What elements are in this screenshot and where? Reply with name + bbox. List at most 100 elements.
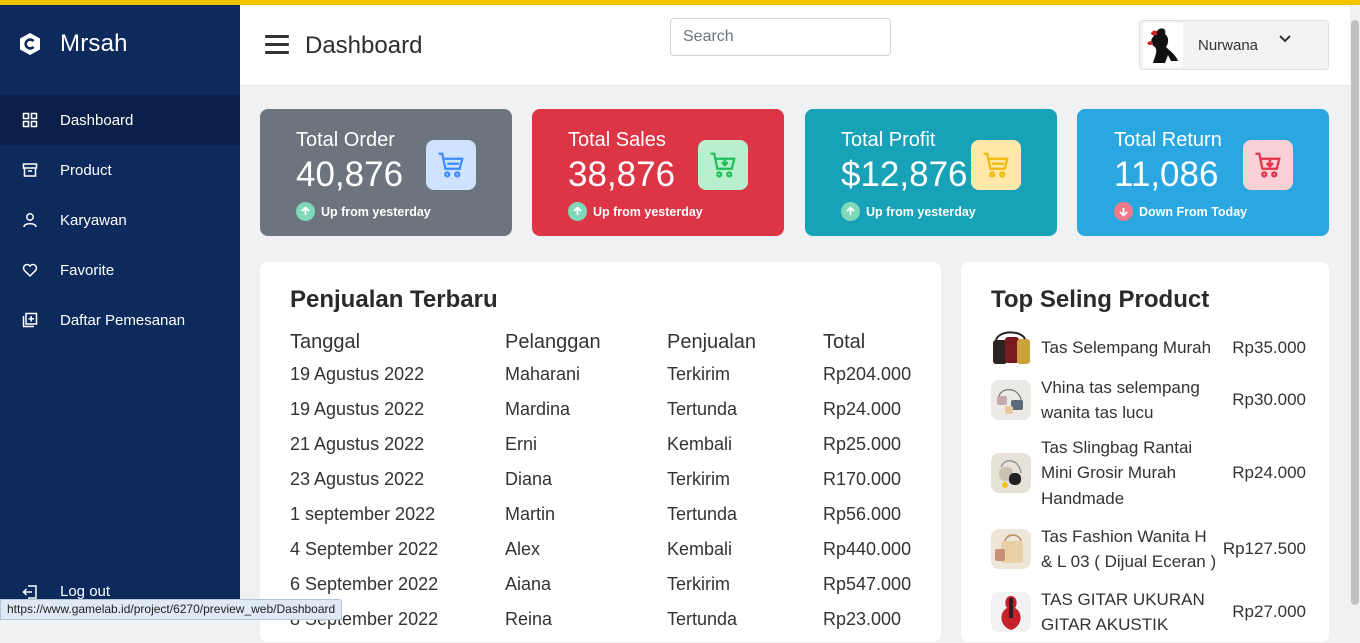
sidebar-item-label: Dashboard <box>60 111 134 129</box>
arrow-up-icon <box>841 202 860 221</box>
table-cell: Rp24.000 <box>823 399 902 419</box>
hamburger-menu-icon[interactable] <box>265 35 289 55</box>
card-value: 40,876 <box>296 155 404 194</box>
card-trend-text: Up from yesterday <box>593 204 703 219</box>
table-cell: Rp440.000 <box>823 539 912 559</box>
table-row[interactable]: 23 Agustus 2022 Diana Terkirim R170.000 <box>290 462 923 497</box>
list-item[interactable]: Tas Selempang Murah Rp35.000 <box>991 328 1306 368</box>
product-thumbnail <box>991 453 1031 493</box>
user-menu[interactable]: Nurwana <box>1139 20 1329 70</box>
column-header: Penjualan <box>667 330 756 353</box>
card-trend-text: Up from yesterday <box>866 204 976 219</box>
column-header: Total <box>823 330 866 353</box>
product-name: Tas Fashion Wanita H & L 03 ( Dijual Ece… <box>1041 526 1217 572</box>
table-cell: Kembali <box>667 539 733 559</box>
table-cell: Tertunda <box>667 399 738 419</box>
list-item[interactable]: Tas Fashion Wanita H & L 03 ( Dijual Ece… <box>991 517 1306 581</box>
table-cell: Terkirim <box>667 469 730 489</box>
card-trend-text: Down From Today <box>1139 204 1248 219</box>
card-total-order: Total Order 40,876 Up from yesterday <box>260 109 512 236</box>
recent-sales-title: Penjualan Terbaru <box>290 286 498 313</box>
cart-icon <box>983 152 1009 178</box>
product-thumbnail <box>991 529 1031 569</box>
product-name: TAS GITAR UKURAN GITAR AKUSTIK <box>1041 589 1205 635</box>
brand[interactable]: Mrsah <box>18 30 128 58</box>
scrollbar-thumb[interactable] <box>1351 20 1359 605</box>
product-price: Rp24.000 <box>1232 463 1306 482</box>
archive-icon <box>22 163 38 177</box>
add-square-icon <box>22 312 38 328</box>
column-header: Tanggal <box>290 330 361 353</box>
recent-sales-panel: Penjualan Terbaru Tanggal Pelanggan Penj… <box>260 262 941 642</box>
table-cell: Rp204.000 <box>823 364 912 384</box>
table-cell: 21 Agustus 2022 <box>290 434 425 454</box>
column-header: Pelanggan <box>505 330 601 353</box>
sidebar-item-favorite[interactable]: Favorite <box>0 245 240 295</box>
table-row[interactable]: 19 Agustus 2022 Mardina Tertunda Rp24.000 <box>290 392 923 427</box>
card-value: 38,876 <box>568 155 676 194</box>
page-title: Dashboard <box>305 32 423 59</box>
sidebar-item-label: Favorite <box>60 261 115 279</box>
table-cell: 19 Agustus 2022 <box>290 399 425 419</box>
card-icon-box <box>698 140 748 190</box>
card-trend-text: Up from yesterday <box>321 204 431 219</box>
table-cell: 19 Agustus 2022 <box>290 364 425 384</box>
product-price: Rp30.000 <box>1232 390 1306 409</box>
product-name: Tas Selempang Murah <box>1041 338 1212 358</box>
table-row[interactable]: 21 Agustus 2022 Erni Kembali Rp25.000 <box>290 427 923 462</box>
user-name: Nurwana <box>1198 36 1259 54</box>
product-name: Vhina tas selempang wanita tas lucu <box>1041 377 1200 423</box>
card-trend: Up from yesterday <box>841 202 976 221</box>
table-cell: Mardina <box>505 399 571 419</box>
table-row[interactable]: 6 September 2022 Aiana Terkirim Rp547.000 <box>290 567 923 602</box>
list-item[interactable]: Tas Slingbag Rantai Mini Grosir Murah Ha… <box>991 432 1306 514</box>
table-row[interactable]: 4 September 2022 Alex Kembali Rp440.000 <box>290 532 923 567</box>
table-row[interactable]: 19 Agustus 2022 Maharani Terkirim Rp204.000 <box>290 357 923 392</box>
search-input[interactable] <box>670 18 891 56</box>
heart-icon <box>22 263 38 278</box>
table-cell: 1 september 2022 <box>290 504 436 524</box>
logout-link[interactable]: Log out <box>22 583 110 600</box>
table-cell: Terkirim <box>667 574 730 594</box>
card-trend: Up from yesterday <box>568 202 703 221</box>
table-cell: Diana <box>505 469 553 489</box>
table-cell: 6 September 2022 <box>290 574 439 594</box>
chevron-down-icon <box>1279 35 1291 43</box>
sidebar-item-daftar-pemesanan[interactable]: Daftar Pemesanan <box>0 295 240 345</box>
table-cell: 4 September 2022 <box>290 539 439 559</box>
recent-sales-table: Tanggal Pelanggan Penjualan Total 19 Agu… <box>290 327 923 637</box>
page-scrollbar[interactable] <box>1350 5 1360 620</box>
grid-icon <box>22 112 38 128</box>
card-label: Total Order <box>296 129 395 151</box>
sidebar-item-label: Karyawan <box>60 211 127 229</box>
cart-plus-icon <box>710 152 736 178</box>
table-cell: Kembali <box>667 434 733 454</box>
sidebar-nav: Dashboard Product Karyawan Favorite Daft… <box>0 95 240 345</box>
sidebar-item-karyawan[interactable]: Karyawan <box>0 195 240 245</box>
top-selling-panel: Top Seling Product Tas Selempang Murah R… <box>961 262 1329 642</box>
cart-icon <box>438 152 464 178</box>
sidebar: Mrsah Dashboard Product Karyawan Favorit… <box>0 5 240 620</box>
card-label: Total Return <box>1114 129 1222 151</box>
top-selling-title: Top Seling Product <box>991 286 1210 313</box>
card-total-sales: Total Sales 38,876 Up from yesterday <box>532 109 784 236</box>
user-icon <box>23 213 37 228</box>
list-item[interactable]: Vhina tas selempang wanita tas lucu Rp30… <box>991 370 1306 430</box>
table-cell: Rp25.000 <box>823 434 902 454</box>
brand-logo-icon <box>20 33 40 55</box>
table-cell: Rp547.000 <box>823 574 912 594</box>
card-icon-box <box>426 140 476 190</box>
table-cell: Aiana <box>505 574 552 594</box>
table-cell: Erni <box>505 434 538 454</box>
card-value: $12,876 <box>841 155 968 194</box>
card-label: Total Sales <box>568 129 666 151</box>
sidebar-item-product[interactable]: Product <box>0 145 240 195</box>
table-row[interactable]: 1 september 2022 Martin Tertunda Rp56.000 <box>290 497 923 532</box>
product-thumbnail <box>991 592 1031 632</box>
sidebar-item-label: Product <box>60 161 112 179</box>
logout-icon <box>22 584 37 599</box>
table-cell: R170.000 <box>823 469 902 489</box>
sidebar-item-dashboard[interactable]: Dashboard <box>0 95 240 145</box>
table-cell: Terkirim <box>667 364 730 384</box>
list-item[interactable]: TAS GITAR UKURAN GITAR AKUSTIK Rp27.000 <box>991 581 1306 643</box>
